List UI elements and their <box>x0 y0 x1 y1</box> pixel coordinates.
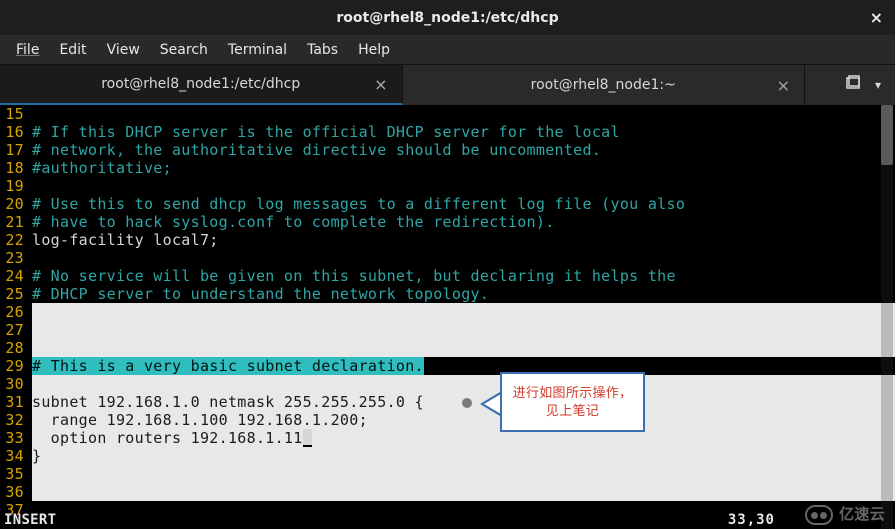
tab-terminal-1[interactable]: root@rhel8_node1:/etc/dhcp × <box>0 65 403 105</box>
code-line: # No service will be given on this subne… <box>32 267 883 285</box>
menu-file[interactable]: File <box>6 38 49 62</box>
terminal-editor[interactable]: 1516171819202122232425262728293031323334… <box>0 105 895 529</box>
menu-edit[interactable]: Edit <box>49 38 96 62</box>
code-line <box>32 105 883 123</box>
tab-actions: ▾ <box>805 65 895 105</box>
vim-status-line: INSERT 33,30 <box>0 512 895 529</box>
tab-terminal-2[interactable]: root@rhel8_node1:~ × <box>403 65 806 105</box>
tab-close-button[interactable]: × <box>777 76 790 95</box>
line-number: 31 <box>0 393 28 411</box>
line-number: 18 <box>0 159 28 177</box>
line-number: 35 <box>0 465 28 483</box>
code-line: log-facility local7; <box>32 231 883 249</box>
window-titlebar: root@rhel8_node1:/etc/dhcp × <box>0 0 895 35</box>
line-number: 33 <box>0 429 28 447</box>
tab-close-button[interactable]: × <box>374 75 387 94</box>
code-line: # have to hack syslog.conf to complete t… <box>32 213 883 231</box>
code-line <box>32 465 883 483</box>
menu-search[interactable]: Search <box>150 38 218 62</box>
menu-tabs[interactable]: Tabs <box>297 38 348 62</box>
line-number: 34 <box>0 447 28 465</box>
line-number: 36 <box>0 483 28 501</box>
code-line: subnet 192.168.1.0 netmask 255.255.255.0… <box>32 393 883 411</box>
line-number: 26 <box>0 303 28 321</box>
code-line <box>32 249 883 267</box>
code-line: # If this DHCP server is the official DH… <box>32 123 883 141</box>
scrollbar-thumb[interactable] <box>881 105 893 165</box>
vim-mode: INSERT <box>4 511 56 529</box>
code-area[interactable]: # If this DHCP server is the official DH… <box>32 105 883 519</box>
line-number: 19 <box>0 177 28 195</box>
line-number: 15 <box>0 105 28 123</box>
vim-cursor-position: 33,30 <box>728 511 775 529</box>
code-line: # network, the authoritative directive s… <box>32 141 883 159</box>
code-line: #authoritative; <box>32 159 883 177</box>
code-line <box>32 303 883 321</box>
line-number: 28 <box>0 339 28 357</box>
code-line <box>32 177 883 195</box>
window-title: root@rhel8_node1:/etc/dhcp <box>336 10 558 26</box>
line-number: 30 <box>0 375 28 393</box>
tabbar: root@rhel8_node1:/etc/dhcp × root@rhel8_… <box>0 65 895 105</box>
code-line: option routers 192.168.1.11 <box>32 429 883 447</box>
line-number: 32 <box>0 411 28 429</box>
line-number: 17 <box>0 141 28 159</box>
menubar: File Edit View Search Terminal Tabs Help <box>0 35 895 65</box>
line-number: 25 <box>0 285 28 303</box>
line-number: 22 <box>0 231 28 249</box>
chevron-down-icon[interactable]: ▾ <box>875 78 881 92</box>
line-number: 27 <box>0 321 28 339</box>
window-close-button[interactable]: × <box>870 8 883 27</box>
code-line: # Use this to send dhcp log messages to … <box>32 195 883 213</box>
code-line: } <box>32 447 883 465</box>
code-line: # DHCP server to understand the network … <box>32 285 883 303</box>
line-number-gutter: 1516171819202122232425262728293031323334… <box>0 105 28 519</box>
code-line <box>32 375 883 393</box>
line-number: 24 <box>0 267 28 285</box>
tab-label: root@rhel8_node1:/etc/dhcp <box>101 76 300 92</box>
line-number: 16 <box>0 123 28 141</box>
line-number: 20 <box>0 195 28 213</box>
code-line <box>32 483 883 501</box>
tab-label: root@rhel8_node1:~ <box>531 77 676 93</box>
menu-view[interactable]: View <box>97 38 150 62</box>
code-line: # This is a very basic subnet declaratio… <box>32 357 883 375</box>
code-line: range 192.168.1.100 192.168.1.200; <box>32 411 883 429</box>
line-number: 29 <box>0 357 28 375</box>
new-tab-icon[interactable] <box>845 75 861 95</box>
line-number: 21 <box>0 213 28 231</box>
code-line <box>32 321 883 339</box>
menu-terminal[interactable]: Terminal <box>218 38 297 62</box>
vertical-scrollbar[interactable] <box>881 105 893 529</box>
code-line <box>32 339 883 357</box>
menu-help[interactable]: Help <box>348 38 400 62</box>
line-number: 23 <box>0 249 28 267</box>
